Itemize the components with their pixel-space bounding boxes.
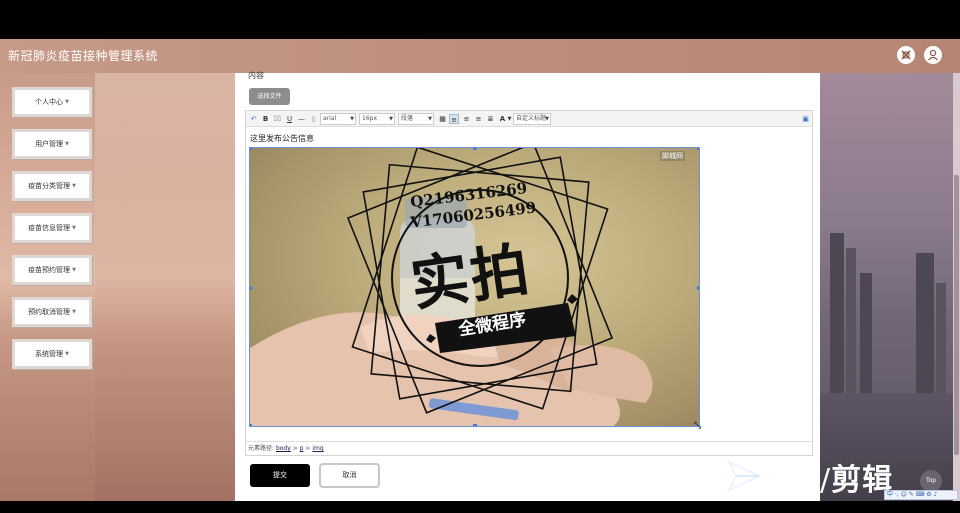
app-title: 新冠肺炎疫苗接种管理系统 <box>8 49 159 63</box>
resize-handle[interactable] <box>250 148 252 150</box>
chevron-down-icon: ▼ <box>72 225 76 231</box>
resize-cursor-icon: ⤡ <box>694 421 702 431</box>
align-center-icon[interactable]: ≡ <box>462 114 471 124</box>
watermark-text: /剪辑 <box>820 463 894 498</box>
submit-button[interactable]: 提交 <box>250 464 310 487</box>
clear-format-icon[interactable]: ▯ <box>309 114 318 124</box>
paragraph-select[interactable]: 段落 ▼ <box>398 113 434 125</box>
sidebar-item-user-management[interactable]: 用户管理 ▼ <box>12 129 92 159</box>
custom-title-select[interactable]: 自定义标题 ▼ <box>513 113 551 125</box>
undo-icon[interactable]: ↶ <box>249 114 258 124</box>
chevron-down-icon: ▼ <box>545 116 549 122</box>
rich-text-editor: ↶ B ⌧ U — ▯ arial ▼ 16px ▼ 段落 ▼ ▦ ≡ ≡ ≡ ≣ A… <box>245 110 813 456</box>
underline-button[interactable]: U <box>285 114 294 124</box>
sidebar-item-system-management[interactable]: 系统管理 ▼ <box>12 339 92 369</box>
element-path-bar: 元素路径: body > p > img <box>246 441 812 455</box>
table-icon[interactable]: ▦ <box>438 114 447 124</box>
path-body-link[interactable]: body <box>276 445 291 452</box>
chevron-down-icon: ▼ <box>65 141 69 147</box>
font-family-select[interactable]: arial ▼ <box>320 113 356 125</box>
bold-button[interactable]: B <box>261 114 270 124</box>
sidebar-item-vaccine-appointment[interactable]: 疫苗预约管理 ▼ <box>12 255 92 285</box>
watermark-logo-icon <box>726 458 762 498</box>
user-icon[interactable] <box>924 46 942 64</box>
choose-file-button[interactable]: 选择文件 <box>249 88 290 105</box>
page-scrollbar-thumb[interactable] <box>954 175 959 455</box>
back-to-top-button[interactable]: Top <box>920 470 942 492</box>
background-image-right <box>820 73 960 501</box>
chevron-down-icon: ▼ <box>389 116 393 122</box>
sidebar-item-appointment-cancel[interactable]: 预约取消管理 ▼ <box>12 297 92 327</box>
font-color-button[interactable]: A <box>498 114 507 124</box>
editor-content-area[interactable]: 这里发布公告信息 脚城网 Q2196316269 V17060256499 实拍… <box>246 128 812 441</box>
field-label: 内容 <box>248 71 264 80</box>
chevron-down-icon: ▼ <box>350 116 354 122</box>
chevron-down-icon[interactable]: ▼ <box>507 114 512 124</box>
inserted-image[interactable]: 脚城网 Q2196316269 V17060256499 实拍 全微程序 <box>249 147 700 427</box>
chevron-down-icon: ▼ <box>65 351 69 357</box>
fullscreen-icon[interactable] <box>897 46 915 64</box>
align-justify-icon[interactable]: ≣ <box>486 114 495 124</box>
form-panel: 内容 选择文件 ↶ B ⌧ U — ▯ arial ▼ 16px ▼ 段落 ▼ ▦ ≡… <box>235 71 820 501</box>
resize-handle[interactable] <box>250 424 252 426</box>
app-header: 新冠肺炎疫苗接种管理系统 <box>0 39 960 73</box>
chevron-down-icon: ▼ <box>65 99 69 105</box>
fullscreen-editor-icon[interactable]: ▣ <box>801 114 810 124</box>
horizontal-rule-icon[interactable]: — <box>297 114 306 124</box>
path-p-link[interactable]: p <box>300 445 304 452</box>
resize-handle[interactable] <box>473 148 477 150</box>
editor-toolbar: ↶ B ⌧ U — ▯ arial ▼ 16px ▼ 段落 ▼ ▦ ≡ ≡ ≡ ≣ A… <box>246 111 812 127</box>
sidebar-item-vaccine-info[interactable]: 疫苗信息管理 ▼ <box>12 213 92 243</box>
ime-toolbar[interactable]: 中 ·, ☺ ✎ ⌨ ⚙ ♪ <box>884 490 958 500</box>
resize-handle[interactable] <box>473 424 477 426</box>
screen: 新冠肺炎疫苗接种管理系统 个人中心 ▼ 用户管理 ▼ 疫苗分类管理 ▼ 疫苗信息管理 ▼… <box>0 0 960 513</box>
chevron-down-icon: ▼ <box>72 183 76 189</box>
image-corner-tag: 脚城网 <box>660 151 685 161</box>
chevron-down-icon: ▼ <box>72 267 76 273</box>
sidebar-item-vaccine-category[interactable]: 疫苗分类管理 ▼ <box>12 171 92 201</box>
notice-text: 这里发布公告信息 <box>250 134 314 143</box>
chevron-down-icon: ▼ <box>72 309 76 315</box>
cancel-button[interactable]: 取消 <box>319 463 380 488</box>
strikethrough-icon[interactable]: ⌧ <box>273 114 282 124</box>
font-size-select[interactable]: 16px ▼ <box>359 113 395 125</box>
align-left-icon[interactable]: ≡ <box>449 114 459 124</box>
resize-handle[interactable] <box>697 286 699 290</box>
resize-handle[interactable] <box>250 286 252 290</box>
path-img-link[interactable]: img <box>312 445 323 452</box>
resize-handle[interactable] <box>697 148 699 150</box>
chevron-down-icon: ▼ <box>428 116 432 122</box>
sidebar-item-personal-center[interactable]: 个人中心 ▼ <box>12 87 92 117</box>
align-right-icon[interactable]: ≡ <box>474 114 483 124</box>
